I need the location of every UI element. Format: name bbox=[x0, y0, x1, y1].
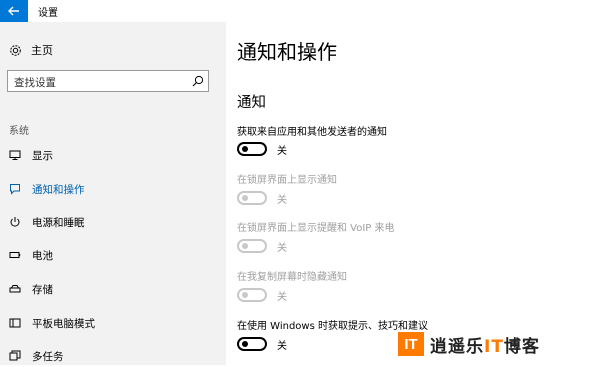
toggle-row-hide-when-duplicating: 关 bbox=[237, 287, 287, 303]
toggle-row-lockscreen-reminders-voip: 关 bbox=[237, 238, 287, 254]
search-placeholder: 查找设置 bbox=[14, 77, 56, 89]
sidebar: 主页 查找设置 系统 显示 通知和操作 电源和睡眠 电池 存储 平板电脑模式 多… bbox=[0, 22, 226, 365]
setting-label: 获取来自应用和其他发送者的通知 bbox=[237, 127, 387, 138]
setting-lockscreen-reminders-voip: 在锁屏界面上显示提醒和 VoIP 来电 bbox=[237, 219, 395, 234]
sidebar-item-display[interactable]: 显示 bbox=[0, 144, 226, 166]
section-label-system: 系统 bbox=[9, 126, 29, 137]
sidebar-item-label: 存储 bbox=[32, 283, 53, 296]
toggle-state-label: 关 bbox=[277, 340, 287, 352]
sidebar-item-label: 显示 bbox=[32, 149, 53, 162]
toggle-state-label: 关 bbox=[277, 242, 287, 254]
gear-icon bbox=[9, 44, 22, 57]
sidebar-item-label: 电源和睡眠 bbox=[32, 216, 85, 229]
toggle-state-label: 关 bbox=[277, 291, 287, 303]
lockscreen-reminders-voip-toggle[interactable] bbox=[237, 239, 267, 253]
power-icon bbox=[9, 216, 21, 228]
tablet-icon bbox=[9, 317, 21, 329]
home-label: 主页 bbox=[31, 44, 53, 57]
search-icon bbox=[192, 75, 204, 87]
hide-when-duplicating-toggle[interactable] bbox=[237, 288, 267, 302]
sidebar-item-label: 多任务 bbox=[32, 350, 64, 363]
watermark-text: 逍遥乐IT博客 bbox=[430, 332, 540, 357]
watermark-text-b: 博客 bbox=[503, 336, 540, 357]
watermark-text-it: IT bbox=[484, 336, 504, 357]
chat-bubble-icon bbox=[9, 183, 21, 195]
sidebar-item-notifications[interactable]: 通知和操作 bbox=[0, 178, 226, 200]
back-button[interactable] bbox=[0, 0, 28, 22]
toggle-knob bbox=[242, 292, 248, 298]
toggle-knob bbox=[242, 243, 248, 249]
toggle-knob bbox=[242, 146, 248, 152]
sidebar-item-battery[interactable]: 电池 bbox=[0, 244, 226, 266]
toggle-state-label: 关 bbox=[277, 194, 287, 206]
sidebar-item-tablet-mode[interactable]: 平板电脑模式 bbox=[0, 312, 226, 334]
main-content: 通知和操作 通知 获取来自应用和其他发送者的通知 关 在锁屏界面上显示通知 关 … bbox=[226, 22, 600, 365]
toggle-row-app-notifications: 关 bbox=[237, 141, 287, 157]
tips-tricks-toggle[interactable] bbox=[237, 337, 267, 351]
search-input[interactable]: 查找设置 bbox=[7, 70, 209, 92]
setting-label: 在我复制屏幕时隐藏通知 bbox=[237, 272, 347, 283]
storage-icon bbox=[9, 283, 21, 295]
setting-lockscreen-notifications: 在锁屏界面上显示通知 bbox=[237, 171, 337, 186]
sidebar-item-label: 通知和操作 bbox=[32, 183, 85, 196]
lockscreen-notifications-toggle[interactable] bbox=[237, 191, 267, 205]
sidebar-item-storage[interactable]: 存储 bbox=[0, 278, 226, 300]
toggle-row-lockscreen-notifications: 关 bbox=[237, 190, 287, 206]
setting-hide-when-duplicating: 在我复制屏幕时隐藏通知 bbox=[237, 268, 347, 283]
setting-label: 在锁屏界面上显示提醒和 VoIP 来电 bbox=[237, 223, 395, 234]
watermark-logo: IT 逍遥乐IT博客 bbox=[398, 327, 588, 361]
toggle-knob bbox=[242, 195, 248, 201]
sidebar-item-label: 电池 bbox=[32, 249, 53, 262]
toggle-state-label: 关 bbox=[277, 145, 287, 157]
section-title-notifications: 通知 bbox=[237, 95, 266, 111]
toggle-row-tips-tricks: 关 bbox=[237, 336, 287, 352]
setting-label: 在锁屏界面上显示通知 bbox=[237, 175, 337, 186]
setting-app-notifications: 获取来自应用和其他发送者的通知 bbox=[237, 123, 387, 138]
watermark-text-a: 逍遥乐 bbox=[430, 336, 484, 357]
arrow-left-icon bbox=[8, 6, 19, 16]
sidebar-home[interactable]: 主页 bbox=[9, 42, 53, 58]
sidebar-item-power-sleep[interactable]: 电源和睡眠 bbox=[0, 211, 226, 233]
window-title: 设置 bbox=[38, 8, 58, 19]
sidebar-item-multitasking[interactable]: 多任务 bbox=[0, 345, 226, 367]
monitor-icon bbox=[9, 149, 21, 161]
toggle-knob bbox=[242, 341, 248, 347]
page-title: 通知和操作 bbox=[237, 40, 337, 64]
multitask-icon bbox=[9, 350, 21, 362]
app-notifications-toggle[interactable] bbox=[237, 142, 267, 156]
watermark-it-box: IT bbox=[398, 332, 424, 356]
sidebar-item-label: 平板电脑模式 bbox=[32, 317, 95, 330]
title-bar: 设置 bbox=[0, 0, 600, 22]
battery-icon bbox=[9, 249, 21, 261]
